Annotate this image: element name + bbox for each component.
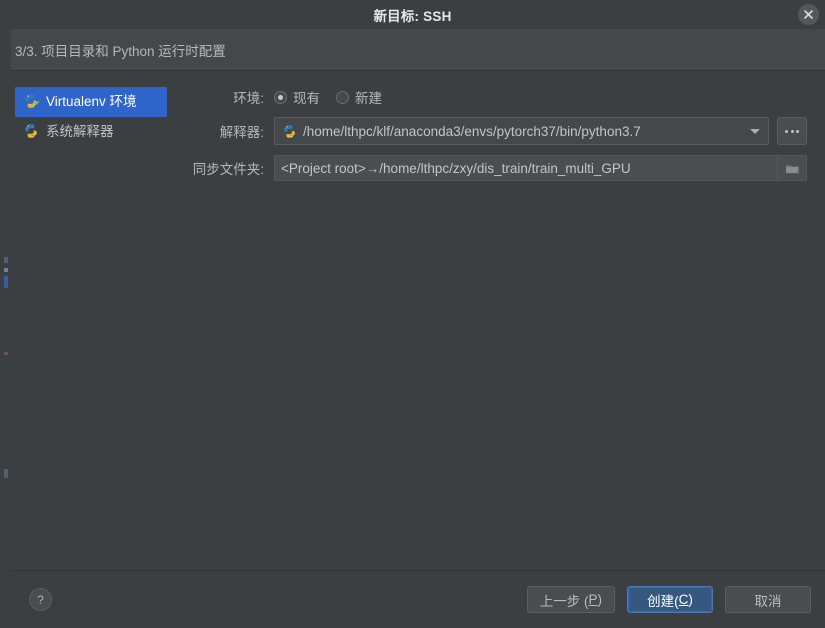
environment-form: 环境: 现有 新建 解释器: /home/lthpc/klf/anaconda3… — [167, 87, 825, 570]
python-icon — [23, 123, 39, 142]
environment-row: 环境: 现有 新建 — [173, 87, 807, 107]
background-window-edge — [0, 0, 11, 628]
environment-radio-group: 现有 新建 — [274, 87, 382, 107]
chevron-down-icon[interactable] — [742, 118, 768, 144]
dialog-content: Virtualenv 环境 系统解释器 环境: 现有 新建 解释器: /home… — [11, 71, 825, 570]
environment-label: 环境: — [233, 91, 264, 106]
sidebar-item-label: Virtualenv 环境 — [46, 94, 137, 110]
interpreter-value: /home/lthpc/klf/anaconda3/envs/pytorch37… — [303, 123, 641, 139]
cancel-button-label: 取消 — [754, 593, 782, 609]
sync-folder-label: 同步文件夹: — [192, 162, 264, 177]
cancel-button[interactable]: 取消 — [725, 586, 811, 613]
back-button-label-suffix: ) — [597, 592, 603, 607]
back-button-label: 上一步 ( — [539, 593, 589, 609]
ellipsis-icon — [785, 129, 788, 133]
dialog-footer: ? 上一步 (P) 创建(C) 取消 — [11, 570, 825, 628]
back-button-mnemonic: P — [588, 592, 598, 607]
python-icon — [282, 124, 297, 139]
radio-existing-label: 现有 — [293, 91, 320, 106]
sync-folder-value: <Project root>→/home/lthpc/zxy/dis_train… — [281, 160, 631, 176]
sync-folder-field[interactable]: <Project root>→/home/lthpc/zxy/dis_train… — [274, 155, 807, 181]
back-button[interactable]: 上一步 (P) — [526, 586, 615, 613]
create-button-label-suffix: ) — [688, 592, 693, 607]
interpreter-combobox[interactable]: /home/lthpc/klf/anaconda3/envs/pytorch37… — [274, 117, 769, 145]
create-button[interactable]: 创建(C) — [627, 586, 713, 613]
environment-type-sidebar: Virtualenv 环境 系统解释器 — [11, 87, 167, 570]
sidebar-item-virtualenv[interactable]: Virtualenv 环境 — [15, 87, 167, 117]
create-button-label: 创建( — [647, 593, 679, 609]
ellipsis-icon — [790, 129, 794, 133]
dialog-title: 新目标: SSH — [373, 8, 452, 24]
interpreter-row: 解释器: /home/lthpc/klf/anaconda3/envs/pyto… — [173, 117, 807, 145]
create-button-mnemonic: C — [678, 592, 689, 607]
radio-existing[interactable]: 现有 — [274, 87, 320, 107]
sidebar-item-label: 系统解释器 — [46, 124, 114, 140]
step-subtitle: 3/3. 项目目录和 Python 运行时配置 — [15, 43, 226, 59]
interpreter-browse-button[interactable] — [777, 117, 807, 145]
step-header: 3/3. 项目目录和 Python 运行时配置 — [11, 29, 825, 71]
interpreter-label: 解释器: — [219, 125, 264, 140]
new-target-ssh-dialog: 新目标: SSH 3/3. 项目目录和 Python 运行时配置 Virtual… — [11, 0, 825, 628]
help-label: ? — [37, 592, 44, 607]
help-icon[interactable]: ? — [29, 588, 52, 611]
radio-mark-icon — [274, 90, 287, 104]
close-icon[interactable] — [798, 4, 819, 25]
sidebar-item-system-interpreter[interactable]: 系统解释器 — [15, 117, 167, 147]
python-virtualenv-icon — [23, 93, 40, 112]
radio-new-label: 新建 — [355, 91, 382, 106]
radio-new[interactable]: 新建 — [336, 87, 382, 107]
sync-folder-row: 同步文件夹: <Project root>→/home/lthpc/zxy/di… — [173, 155, 807, 181]
folder-icon[interactable] — [777, 156, 806, 180]
dialog-titlebar: 新目标: SSH — [11, 0, 825, 29]
ellipsis-icon — [796, 129, 799, 133]
radio-mark-icon — [336, 90, 349, 104]
